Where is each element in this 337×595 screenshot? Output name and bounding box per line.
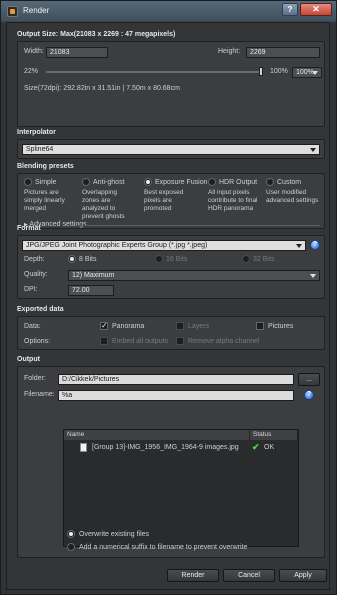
folder-label: Folder: xyxy=(24,375,46,382)
depth-8bit-radio[interactable] xyxy=(68,255,76,263)
depth-32bit-radio[interactable] xyxy=(242,255,250,263)
scale-min-label: 22% xyxy=(24,68,39,75)
embed-label: Embed all outputs xyxy=(112,338,169,345)
interpolator-title: Interpolator xyxy=(17,129,56,136)
interpolator-select[interactable]: Spline64 xyxy=(22,144,320,155)
scale-combo[interactable]: 100% xyxy=(292,67,322,78)
filename-label: Filename: xyxy=(24,391,55,398)
format-info-icon[interactable]: ? xyxy=(310,240,320,250)
blend-preset-label: Simple xyxy=(35,179,57,186)
remove-alpha-checkbox[interactable] xyxy=(176,337,184,345)
browse-button[interactable]: ... xyxy=(298,373,320,386)
file-name: [Group 13]-IMG_1956_IMG_1964-9 images.jp… xyxy=(92,444,239,451)
interpolator-value: Spline64 xyxy=(26,146,54,153)
depth-8bit-label: 8 Bits xyxy=(79,256,97,263)
title-bar[interactable]: Render ? ✕ xyxy=(1,1,336,23)
column-header-status[interactable]: Status xyxy=(250,430,298,440)
exported-title: Exported data xyxy=(17,306,64,313)
help-button[interactable]: ? xyxy=(282,3,298,16)
quality-select[interactable]: 12) Maximum xyxy=(68,270,320,281)
depth-32bit-label: 32 Bits xyxy=(253,256,275,263)
apply-button[interactable]: Apply xyxy=(279,569,327,582)
blend-preset-description: All input pixels contribute to final HDR… xyxy=(208,189,258,212)
check-icon: ✔ xyxy=(252,442,260,452)
advanced-divider xyxy=(78,225,320,226)
options-label: Options: xyxy=(24,338,51,345)
cancel-button[interactable]: Cancel xyxy=(223,569,275,582)
scale-slider-thumb[interactable] xyxy=(259,67,263,76)
embed-checkbox[interactable] xyxy=(100,337,108,345)
scale-max-label: 100% xyxy=(270,68,288,75)
file-status: OK xyxy=(264,444,275,451)
depth-label: Depth: xyxy=(24,256,45,263)
data-label: Data: xyxy=(24,323,41,330)
dpi-label: DPI: xyxy=(24,286,38,293)
height-input[interactable]: 2269 xyxy=(246,47,320,58)
window-title: Render xyxy=(23,6,50,15)
size-info: Size(72dpi): 292.82in x 31.51in | 7.50m … xyxy=(24,85,180,92)
remove-alpha-label: Remove alpha channel xyxy=(188,338,260,345)
table-row[interactable]: [Group 13]-IMG_1956_IMG_1964-9 images.jp… xyxy=(64,441,298,453)
blend-preset-description: Overlapping zones are analyzed to preven… xyxy=(82,189,125,220)
depth-16bit-label: 16 Bits xyxy=(166,256,188,263)
chevron-down-icon xyxy=(312,71,318,75)
pictures-label: Pictures xyxy=(268,323,294,330)
overwrite-radio[interactable] xyxy=(67,530,75,538)
blend-preset-radio[interactable] xyxy=(82,178,90,186)
exported-panel: Data: ✓ Panorama Layers Pictures Options… xyxy=(17,316,325,350)
filename-input[interactable]: %a xyxy=(58,390,294,401)
format-panel: JPG/JPEG Joint Photographic Experts Grou… xyxy=(17,235,325,299)
blend-preset-radio[interactable] xyxy=(24,178,32,186)
pictures-checkbox[interactable] xyxy=(256,322,264,330)
suffix-radio[interactable] xyxy=(67,543,75,551)
blend-preset-label: HDR Output xyxy=(219,179,258,186)
output-size-title: Output Size: Max(21083 x 2269 : 47 megap… xyxy=(17,31,176,38)
file-icon xyxy=(80,443,87,452)
blend-preset-description: Best exposed pixels are promoted xyxy=(144,189,184,212)
close-button[interactable]: ✕ xyxy=(300,3,332,16)
quality-label: Quality: xyxy=(24,271,48,278)
render-button[interactable]: Render xyxy=(167,569,219,582)
folder-input[interactable]: D:/Cikkek/Pictures xyxy=(58,374,294,385)
width-input[interactable]: 21083 xyxy=(46,47,108,58)
blend-preset-label: Custom xyxy=(277,179,302,186)
width-label: Width: xyxy=(24,48,44,55)
file-type-value: JPG/JPEG Joint Photographic Experts Grou… xyxy=(26,242,208,249)
dialog-body: Output Size: Max(21083 x 2269 : 47 megap… xyxy=(6,22,330,590)
height-label: Height: xyxy=(218,48,241,55)
layers-checkbox[interactable] xyxy=(176,322,184,330)
suffix-label: Add a numerical suffix to filename to pr… xyxy=(79,544,248,551)
blend-preset-description: Pictures are simply linearly merged xyxy=(24,189,65,212)
blend-preset-label: Anti-ghost xyxy=(93,179,125,186)
format-title: Format xyxy=(17,225,41,232)
output-size-panel: Width: 21083 Height: 2269 22% 100% 100% … xyxy=(17,41,325,127)
output-title: Output xyxy=(17,356,40,363)
interpolator-panel: Spline64 xyxy=(17,139,325,159)
chevron-down-icon xyxy=(310,148,316,152)
overwrite-label: Overwrite existing files xyxy=(79,531,150,538)
dpi-input[interactable]: 72.00 xyxy=(68,285,114,296)
app-icon xyxy=(7,6,18,17)
scale-slider-track[interactable] xyxy=(46,71,261,73)
chevron-down-icon xyxy=(296,244,302,248)
blend-preset-radio[interactable] xyxy=(266,178,274,186)
depth-16bit-radio[interactable] xyxy=(155,255,163,263)
file-type-select[interactable]: JPG/JPEG Joint Photographic Experts Grou… xyxy=(22,240,306,251)
blending-panel: Simple Pictures are simply linearly merge… xyxy=(17,173,325,229)
quality-value: 12) Maximum xyxy=(72,272,115,279)
chevron-down-icon xyxy=(310,274,316,278)
layers-label: Layers xyxy=(188,323,210,330)
blend-preset-description: User modified advanced settings xyxy=(266,189,319,204)
blending-title: Blending presets xyxy=(17,163,74,170)
blend-preset-label: Exposure Fusion xyxy=(155,179,208,186)
column-header-name[interactable]: Name xyxy=(64,430,250,440)
panorama-checkbox[interactable]: ✓ xyxy=(100,322,108,330)
filename-info-icon[interactable]: ? xyxy=(304,390,314,400)
blend-preset-radio[interactable] xyxy=(208,178,216,186)
panorama-label: Panorama xyxy=(112,323,145,330)
blend-preset-radio[interactable] xyxy=(144,178,152,186)
output-file-table: Name Status [Group 13]-IMG_1956_IMG_1964… xyxy=(63,429,299,547)
